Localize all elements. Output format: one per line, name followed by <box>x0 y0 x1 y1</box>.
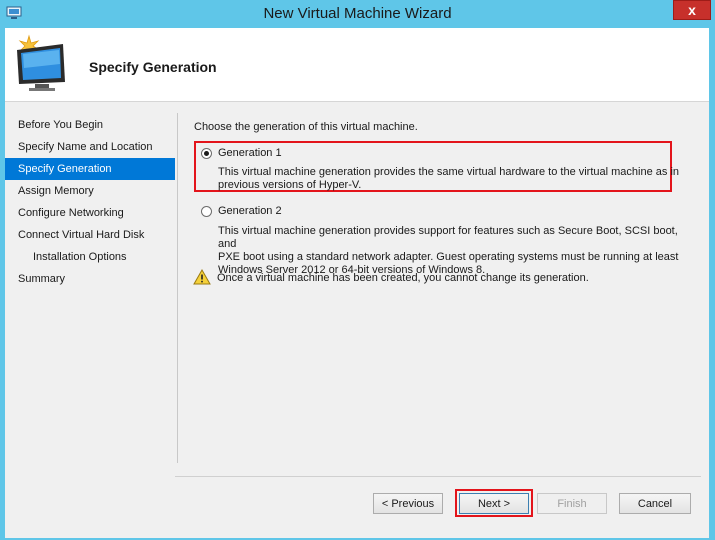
nav-item-before-you-begin[interactable]: Before You Begin <box>5 114 175 136</box>
nav-item-specify-generation[interactable]: Specify Generation <box>5 158 175 180</box>
finish-button[interactable]: Finish <box>537 493 607 514</box>
nav-item-assign-memory[interactable]: Assign Memory <box>5 180 175 202</box>
wizard-header: Specify Generation <box>5 28 709 102</box>
generation2-label[interactable]: Generation 2 <box>218 205 282 217</box>
window-title: New Virtual Machine Wizard <box>263 5 452 22</box>
generation1-description: This virtual machine generation provides… <box>218 166 679 192</box>
wizard-window: New Virtual Machine Wizard x Specify Gen… <box>0 0 715 540</box>
generation2-desc-line1: This virtual machine generation provides… <box>218 225 678 250</box>
close-icon: x <box>688 2 696 18</box>
nav-divider <box>177 113 178 463</box>
title-bar[interactable]: New Virtual Machine Wizard x <box>0 0 715 28</box>
wizard-monitor-icon <box>17 34 65 91</box>
page-title: Specify Generation <box>89 59 217 75</box>
nav-item-connect-vhd[interactable]: Connect Virtual Hard Disk <box>5 224 175 246</box>
generation1-radio[interactable] <box>201 148 212 159</box>
cancel-button[interactable]: Cancel <box>619 493 691 514</box>
warning-text: Once a virtual machine has been created,… <box>217 272 589 284</box>
nav-item-configure-networking[interactable]: Configure Networking <box>5 202 175 224</box>
wizard-client-area: Specify Generation Before You Begin Spec… <box>5 28 709 538</box>
generation1-desc-line1: This virtual machine generation provides… <box>218 166 680 178</box>
next-button[interactable]: Next > <box>459 493 529 514</box>
previous-button[interactable]: < Previous <box>373 493 443 514</box>
generation2-radio[interactable] <box>201 206 212 217</box>
nav-item-specify-name-location[interactable]: Specify Name and Location <box>5 136 175 158</box>
generation1-label[interactable]: Generation 1 <box>218 147 282 159</box>
button-bar-divider <box>175 476 701 477</box>
generation2-description: This virtual machine generation provides… <box>218 225 699 277</box>
warning-icon <box>193 269 211 285</box>
nav-item-installation-options[interactable]: Installation Options <box>5 246 175 268</box>
close-button[interactable]: x <box>673 0 711 20</box>
wizard-step-nav: Before You Begin Specify Name and Locati… <box>5 114 175 290</box>
generation1-desc-line2: previous versions of Hyper-V. <box>218 179 362 191</box>
nav-item-summary[interactable]: Summary <box>5 268 175 290</box>
generation-prompt: Choose the generation of this virtual ma… <box>194 121 418 133</box>
generation2-desc-line2: PXE boot using a standard network adapte… <box>218 251 679 263</box>
